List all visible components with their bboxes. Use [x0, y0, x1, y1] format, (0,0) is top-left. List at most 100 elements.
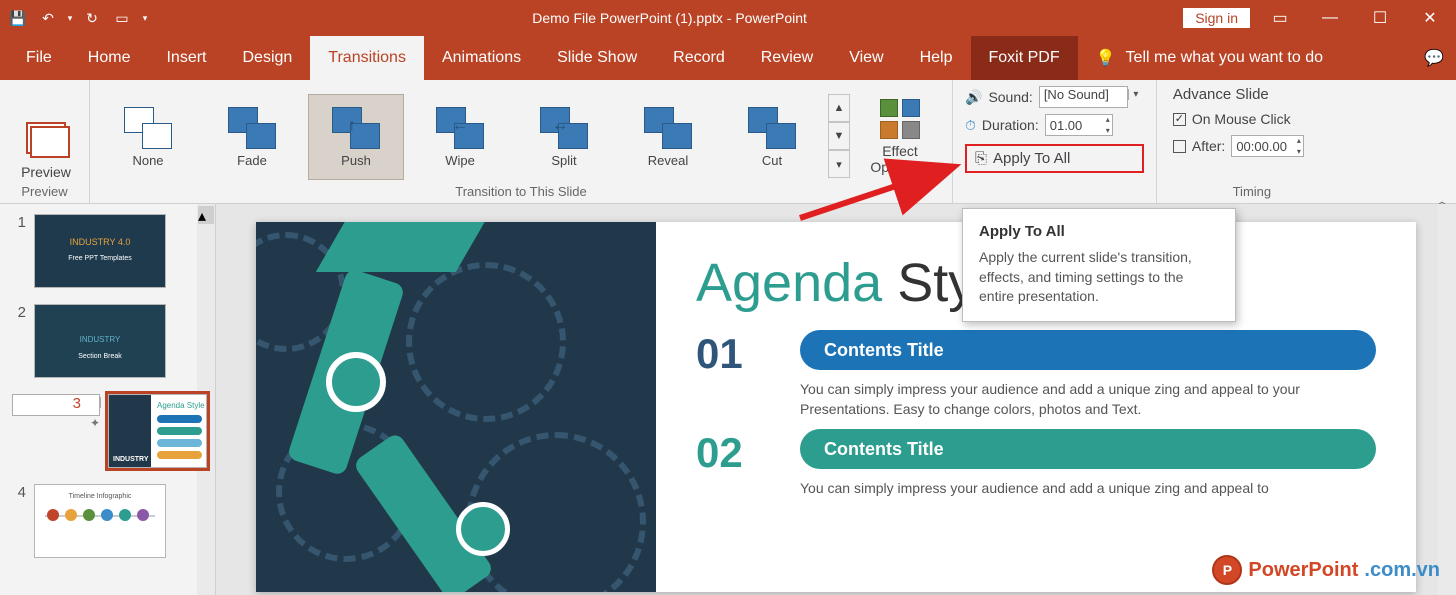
thumbnail-4[interactable]: 4 Timeline Infographic: [0, 474, 215, 564]
transition-split-label: Split: [551, 153, 576, 168]
save-icon[interactable]: 💾: [4, 4, 32, 32]
item-02-number: 02: [696, 429, 776, 477]
transition-reveal[interactable]: Reveal: [620, 94, 716, 180]
apply-to-all-button[interactable]: ⎘ Apply To All: [965, 144, 1144, 173]
sound-icon: 🔊: [965, 89, 982, 106]
item-01-desc: You can simply impress your audience and…: [800, 380, 1376, 419]
qat-customize-icon[interactable]: ▾: [138, 4, 152, 32]
workspace: ▴ 1 INDUSTRY 4.0 Free PPT Templates 2 IN…: [0, 204, 1456, 595]
tab-file[interactable]: File: [8, 36, 70, 80]
advance-slide-column: Advance Slide ✓ On Mouse Click After: 00…: [1157, 80, 1347, 203]
transition-none[interactable]: None: [100, 94, 196, 180]
effect-options-label2: Options ▾: [870, 159, 929, 176]
slide-left-graphic: [256, 222, 656, 592]
effect-options-button[interactable]: Effect Options ▾: [858, 94, 942, 180]
effect-options-icon: [880, 99, 920, 139]
stage-scrollbar[interactable]: [1438, 204, 1456, 595]
ribbon-display-options-icon[interactable]: ▭: [1260, 0, 1300, 36]
item-02-title: Contents Title: [800, 429, 1376, 469]
title-bar-right: Sign in ▭ — ☐ ✕: [1183, 0, 1456, 36]
transition-reveal-label: Reveal: [648, 153, 688, 168]
tab-transitions[interactable]: Transitions: [310, 36, 424, 80]
group-label-transition: Transition to This Slide: [100, 180, 942, 201]
comments-icon[interactable]: 💬: [1424, 36, 1444, 80]
timing-column-left: 🔊 Sound: [No Sound] ⏱ Duration: 01.00 ⎘ …: [953, 80, 1157, 203]
duration-icon: ⏱: [965, 117, 976, 134]
ribbon: Preview Preview None Fade ↑ Push ← Wipe …: [0, 80, 1456, 204]
transition-none-label: None: [132, 153, 163, 168]
gallery-scroll-down-icon[interactable]: ▼: [828, 122, 850, 150]
quick-access-toolbar: 💾 ↶ ▾ ↻ ▭ ▾: [0, 4, 156, 32]
after-checkbox[interactable]: [1173, 140, 1186, 153]
thumb-num-4: 4: [12, 484, 26, 501]
thumbnail-1[interactable]: 1 INDUSTRY 4.0 Free PPT Templates: [0, 204, 215, 294]
sound-dropdown[interactable]: [No Sound]: [1039, 86, 1128, 108]
transition-wipe-label: Wipe: [445, 153, 475, 168]
transition-split[interactable]: ↔ Split: [516, 94, 612, 180]
tab-foxit-pdf[interactable]: Foxit PDF: [971, 36, 1078, 80]
advance-slide-title: Advance Slide: [1173, 86, 1331, 103]
preview-icon: [26, 122, 66, 154]
tab-animations[interactable]: Animations: [424, 36, 539, 80]
item-01-number: 01: [696, 330, 776, 378]
tab-review[interactable]: Review: [743, 36, 831, 80]
thumbnail-3[interactable]: 3 ✦ Agenda Style INDUSTRY: [0, 384, 215, 474]
after-label: After:: [1192, 138, 1225, 154]
tell-me-search[interactable]: 💡 Tell me what you want to do: [1078, 36, 1323, 80]
preview-label: Preview: [21, 164, 71, 180]
apply-to-all-tooltip: Apply To All Apply the current slide's t…: [962, 208, 1236, 322]
minimize-icon[interactable]: —: [1310, 0, 1350, 36]
lightbulb-icon: 💡: [1096, 48, 1116, 68]
on-mouse-click-checkbox[interactable]: ✓: [1173, 113, 1186, 126]
gallery-more-icon[interactable]: ▾: [828, 150, 850, 178]
thumb-preview-2: INDUSTRY Section Break: [34, 304, 166, 378]
gallery-scroll-up-icon[interactable]: ▲: [828, 94, 850, 122]
close-icon[interactable]: ✕: [1410, 0, 1450, 36]
watermark-text-2: .com.vn: [1364, 559, 1440, 582]
transition-indicator-icon: ✦: [90, 416, 100, 430]
sign-in-button[interactable]: Sign in: [1183, 8, 1250, 28]
tab-help[interactable]: Help: [902, 36, 971, 80]
start-from-beginning-icon[interactable]: ▭: [108, 4, 136, 32]
preview-button[interactable]: Preview: [10, 116, 82, 180]
thumbnail-2[interactable]: 2 INDUSTRY Section Break: [0, 294, 215, 384]
tab-view[interactable]: View: [831, 36, 901, 80]
tab-slideshow[interactable]: Slide Show: [539, 36, 655, 80]
apply-to-all-icon: ⎘: [975, 150, 987, 167]
transition-gallery: None Fade ↑ Push ← Wipe ↔ Split Reveal: [100, 94, 942, 180]
transition-fade-label: Fade: [237, 153, 267, 168]
powerpoint-logo-icon: P: [1212, 555, 1242, 585]
thumb-num-2: 2: [12, 304, 26, 321]
slide-stage[interactable]: Agenda Style 01 Contents Title You can s…: [216, 204, 1456, 595]
item-02-desc: You can simply impress your audience and…: [800, 479, 1376, 499]
gallery-nav: ▲ ▼ ▾: [828, 94, 850, 178]
current-slide[interactable]: Agenda Style 01 Contents Title You can s…: [256, 222, 1416, 592]
maximize-icon[interactable]: ☐: [1360, 0, 1400, 36]
redo-icon[interactable]: ↻: [78, 4, 106, 32]
tell-me-label: Tell me what you want to do: [1126, 49, 1323, 67]
tab-record[interactable]: Record: [655, 36, 743, 80]
item-01-title: Contents Title: [800, 330, 1376, 370]
transition-fade[interactable]: Fade: [204, 94, 300, 180]
transition-cut[interactable]: Cut: [724, 94, 820, 180]
transition-wipe[interactable]: ← Wipe: [412, 94, 508, 180]
on-mouse-click-label: On Mouse Click: [1192, 111, 1291, 127]
thumb-preview-3: Agenda Style INDUSTRY: [108, 394, 207, 468]
undo-icon[interactable]: ↶: [34, 4, 62, 32]
undo-dropdown-icon[interactable]: ▾: [64, 4, 76, 32]
duration-input[interactable]: 01.00: [1045, 114, 1113, 136]
transition-push-label: Push: [341, 153, 371, 168]
after-time-input[interactable]: 00:00.00: [1231, 135, 1304, 157]
tab-home[interactable]: Home: [70, 36, 149, 80]
tooltip-title: Apply To All: [979, 223, 1219, 240]
group-label-timing: Timing: [1173, 180, 1331, 201]
ribbon-tab-strip: File Home Insert Design Transitions Anim…: [0, 36, 1456, 80]
title-bar: 💾 ↶ ▾ ↻ ▭ ▾ Demo File PowerPoint (1).ppt…: [0, 0, 1456, 36]
transition-push[interactable]: ↑ Push: [308, 94, 404, 180]
sound-label: Sound:: [988, 89, 1032, 105]
tab-design[interactable]: Design: [224, 36, 310, 80]
window-title: Demo File PowerPoint (1).pptx - PowerPoi…: [156, 10, 1183, 26]
transition-cut-label: Cut: [762, 153, 782, 168]
tab-insert[interactable]: Insert: [148, 36, 224, 80]
thumb-preview-1: INDUSTRY 4.0 Free PPT Templates: [34, 214, 166, 288]
